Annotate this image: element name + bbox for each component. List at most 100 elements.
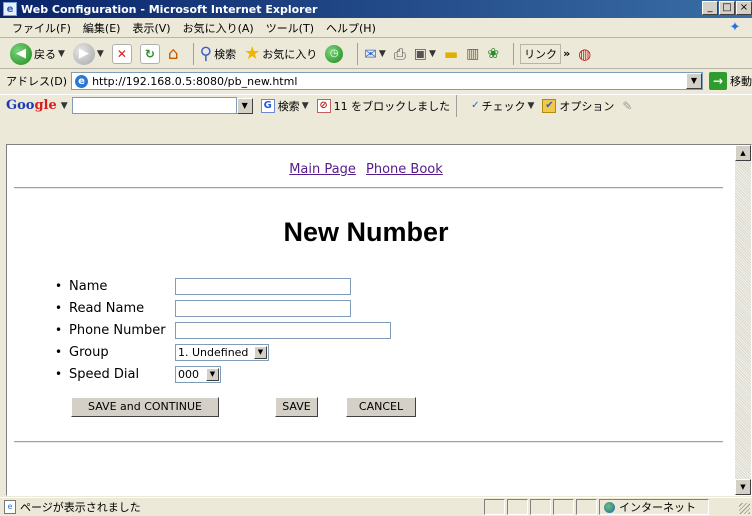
menu-bar: ファイル(F) 編集(E) 表示(V) お気に入り(A) ツール(T) ヘルプ(… — [0, 18, 752, 38]
address-dropdown-icon[interactable]: ▼ — [686, 73, 702, 89]
links-button[interactable]: リンク » — [520, 43, 570, 64]
phone-book-link[interactable]: Phone Book — [366, 162, 443, 177]
status-cell — [530, 499, 551, 515]
google-search-label: 検索 — [277, 99, 300, 113]
page-done-icon: e — [4, 500, 16, 514]
favorites-button[interactable]: ★ お気に入り — [244, 43, 317, 64]
search-label: 検索 — [214, 47, 237, 61]
toolbar-extra-button[interactable]: ◍ — [578, 45, 591, 63]
home-button[interactable]: ⌂ — [168, 44, 179, 64]
form-row-name: • Name — [55, 275, 391, 297]
list-bullet: • — [55, 279, 63, 293]
group-select[interactable]: 1. Undefined ▼ — [175, 343, 269, 361]
form-row-group: • Group 1. Undefined ▼ — [55, 341, 391, 363]
menu-view[interactable]: 表示(V) — [132, 20, 170, 36]
resize-grip-icon[interactable] — [739, 503, 750, 514]
internet-globe-icon — [604, 501, 615, 513]
folder-button[interactable]: ▬ — [444, 45, 458, 63]
highlighter-button[interactable]: ✎ — [622, 99, 632, 113]
maximize-button[interactable]: □ — [719, 1, 735, 15]
messenger-button[interactable]: ❀ — [487, 46, 499, 62]
forward-button[interactable]: ▶ ▼ — [72, 42, 104, 65]
status-cell — [553, 499, 574, 515]
menu-tools[interactable]: ツール(T) — [266, 20, 314, 36]
home-icon: ⌂ — [167, 43, 179, 64]
back-arrow-icon: ◀ — [10, 42, 32, 65]
status-bar: e ページが表示されました インターネット — [0, 497, 752, 516]
menu-file[interactable]: ファイル(F) — [12, 20, 71, 36]
history-button[interactable]: ◷ — [325, 44, 344, 63]
phone-number-label: Phone Number — [69, 322, 166, 338]
search-button[interactable]: ⚲ 検索 — [200, 44, 236, 64]
google-g-icon: G — [260, 98, 275, 113]
menu-help[interactable]: ヘルプ(H) — [326, 20, 376, 36]
vertical-scrollbar[interactable]: ▲ ▼ — [735, 145, 751, 495]
save-and-continue-button[interactable]: SAVE and CONTINUE — [71, 397, 219, 417]
popup-blocker-button[interactable]: ⊘ 11 をブロックしました — [316, 98, 451, 114]
stop-button[interactable]: ✕ — [111, 43, 132, 64]
scroll-up-icon[interactable]: ▲ — [735, 145, 751, 161]
form-row-phone: • Phone Number — [55, 319, 391, 341]
browser-window: e Web Configuration - Microsoft Internet… — [0, 0, 752, 516]
address-input[interactable]: e http://192.168.0.5:8080/pb_new.html ▼ — [71, 72, 703, 90]
back-button[interactable]: ◀ 戻る ▼ — [10, 42, 65, 65]
refresh-button[interactable]: ↻ — [139, 43, 160, 64]
page-title: New Number — [283, 217, 449, 247]
read-name-input[interactable] — [175, 299, 351, 317]
google-logo-part1: Goo — [6, 98, 35, 113]
google-menu-dropdown-icon[interactable]: ▼ — [61, 101, 68, 111]
cancel-button[interactable]: CANCEL — [346, 397, 416, 417]
edit-dropdown-icon[interactable]: ▼ — [429, 49, 436, 59]
minimize-button[interactable]: _ — [702, 1, 718, 15]
mail-dropdown-icon[interactable]: ▼ — [379, 49, 386, 59]
close-button[interactable]: × — [736, 1, 752, 15]
google-search-input[interactable] — [71, 97, 237, 114]
favorites-star-icon: ★ — [244, 43, 261, 64]
group-label: Group — [69, 344, 109, 360]
group-select-value: 1. Undefined — [178, 345, 249, 359]
spellcheck-label: チェック — [481, 99, 526, 113]
mail-button[interactable]: ✉ ▼ — [364, 45, 386, 63]
bottom-divider — [14, 441, 723, 443]
list-bullet: • — [55, 345, 63, 359]
edit-icon: ▣ — [413, 45, 427, 62]
google-options-button[interactable]: ✔ オプション — [542, 98, 614, 114]
menu-edit[interactable]: 編集(E) — [83, 20, 121, 36]
menu-favorites[interactable]: お気に入り(A) — [183, 20, 254, 36]
spellcheck-dropdown-icon[interactable]: ▼ — [528, 101, 535, 111]
spellcheck-button[interactable]: ✓ チェック ▼ — [471, 98, 534, 114]
phone-number-input[interactable] — [175, 321, 391, 339]
form-buttons: SAVE and CONTINUE SAVE CANCEL — [71, 397, 416, 417]
toolbar-separator — [192, 42, 194, 65]
new-number-form: • Name • Read Name • Phone Number • Grou… — [55, 275, 391, 385]
speed-dial-select[interactable]: 000 ▼ — [175, 365, 221, 383]
go-arrow-icon: → — [709, 72, 727, 90]
google-search-button[interactable]: G 検索 ▼ — [260, 98, 309, 114]
main-page-link[interactable]: Main Page — [289, 162, 356, 177]
research-button[interactable]: ▥ — [466, 46, 479, 62]
popup-blocked-label: 11 をブロックしました — [333, 99, 451, 113]
google-toolbar: Google ▼ ▼ G 検索 ▼ ⊘ 11 をブロックしました ✓ チェック … — [0, 94, 752, 117]
name-label: Name — [69, 278, 108, 294]
print-button[interactable]: ⎙ — [394, 45, 406, 63]
group-dropdown-icon[interactable]: ▼ — [254, 345, 267, 359]
google-search-menu-icon[interactable]: ▼ — [302, 101, 309, 111]
page-nav: Main Page Phone Book — [7, 162, 731, 177]
print-icon: ⎙ — [393, 44, 406, 63]
edit-button[interactable]: ▣ ▼ — [414, 46, 436, 62]
ie-app-icon: e — [3, 2, 17, 16]
save-button[interactable]: SAVE — [275, 397, 318, 417]
links-label: リンク — [520, 43, 562, 64]
back-dropdown-icon[interactable]: ▼ — [58, 49, 65, 59]
google-logo[interactable]: Google — [6, 98, 57, 113]
go-button[interactable]: → 移動 — [709, 72, 752, 90]
name-input[interactable] — [175, 277, 351, 295]
googlebar-separator — [456, 94, 458, 117]
list-bullet: • — [55, 323, 63, 337]
scroll-down-icon[interactable]: ▼ — [735, 479, 751, 495]
speed-dial-dropdown-icon[interactable]: ▼ — [206, 367, 219, 381]
google-search-dropdown-icon[interactable]: ▼ — [236, 97, 253, 114]
page-ie-icon: e — [75, 75, 89, 88]
forward-dropdown-icon[interactable]: ▼ — [97, 49, 104, 59]
form-row-speed-dial: • Speed Dial 000 ▼ — [55, 363, 391, 385]
